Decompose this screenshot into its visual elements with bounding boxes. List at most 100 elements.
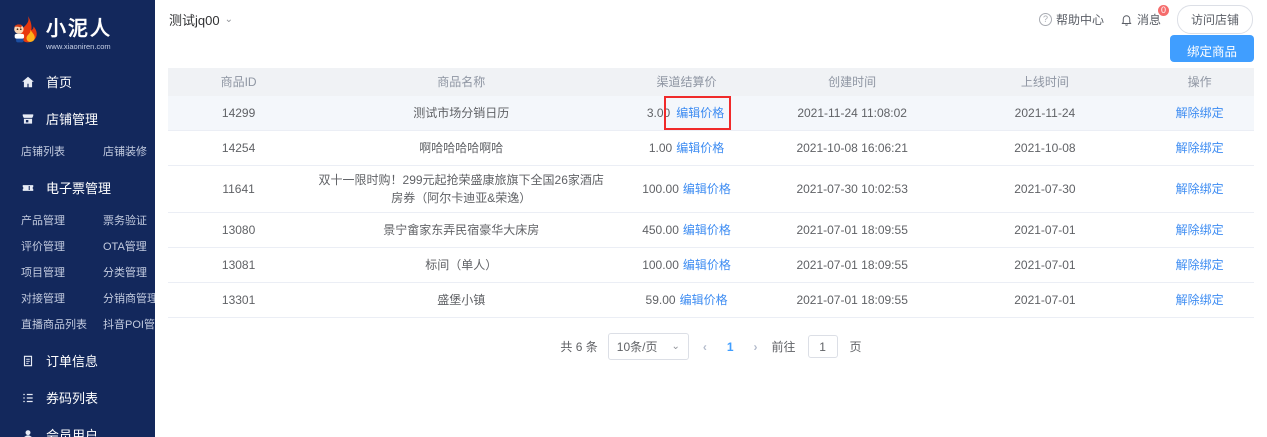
sidebar-subitem[interactable]: 店铺装修 (103, 138, 151, 164)
next-page-icon[interactable]: › (750, 340, 762, 354)
price-value: 100.00 (642, 182, 679, 196)
prev-page-icon[interactable]: ‹ (699, 340, 711, 354)
column-header: 创建时间 (828, 75, 877, 89)
unbind-link[interactable]: 解除绑定 (1176, 223, 1224, 237)
cell-product-name: 啊哈哈哈哈啊哈 (419, 141, 504, 155)
sidebar-item-label: 电子票管理 (46, 181, 112, 196)
sidebar-subitem[interactable]: 直播商品列表 (21, 311, 103, 337)
cell-price: 3.00 编辑价格 (613, 96, 760, 130)
edit-price-link[interactable]: 编辑价格 (680, 291, 728, 309)
bell-icon (1120, 13, 1133, 26)
cell-price: 59.00 编辑价格 (613, 286, 760, 314)
sidebar-subitem[interactable]: 产品管理 (21, 207, 103, 233)
edit-price-link[interactable]: 编辑价格 (676, 139, 724, 157)
cell-price: 450.00 编辑价格 (613, 216, 760, 244)
bind-product-button[interactable]: 绑定商品 (1169, 35, 1254, 62)
table-row: 13080 景宁畲家东弄民宿豪华大床房 450.00 编辑价格 2021-07-01 1… (168, 213, 1254, 248)
sidebar-submenu: 产品管理 票务验证 评价管理 OTA管理 项目管理 分类管理 对接管理 分销商管理 直播商品列表… (0, 206, 166, 342)
page-title: 测试jq00 (169, 13, 220, 28)
cell-online-time: 2021-10-08 (1014, 141, 1076, 155)
sidebar-item-label: 会员用户 (46, 428, 99, 437)
order-icon (21, 354, 35, 368)
brand-name: 小泥人 (46, 18, 112, 40)
edit-price-link[interactable]: 编辑价格 (683, 180, 731, 198)
cell-product-name: 测试市场分销日历 (413, 106, 510, 120)
cell-online-time: 2021-11-24 (1014, 106, 1076, 120)
sidebar-item-label: 券码列表 (46, 391, 99, 406)
sidebar-item-label: 首页 (46, 75, 73, 90)
sidebar-item-order-info[interactable]: 订单信息 (0, 342, 155, 379)
cell-created-time: 2021-07-01 18:09:55 (796, 223, 908, 237)
cell-product-name: 盛堡小镇 (437, 293, 486, 307)
sidebar-item-shop-management[interactable]: 店铺管理 (0, 100, 155, 137)
annotation-box: 编辑价格 (664, 96, 732, 130)
help-center-label: 帮助中心 (1055, 13, 1104, 27)
price-value: 100.00 (642, 258, 679, 272)
products-table: 商品ID 商品名称 渠道结算价 创建时间 上线时间 操作 14299 测试市场分销日历 3.0… (168, 68, 1254, 318)
unbind-link[interactable]: 解除绑定 (1176, 141, 1224, 155)
cell-product-id: 13301 (221, 293, 256, 307)
unbind-link[interactable]: 解除绑定 (1176, 182, 1224, 196)
cell-actions: 解除绑定 (1145, 216, 1254, 244)
goto-label: 前往 (771, 340, 796, 354)
price-value: 59.00 (645, 293, 676, 307)
table-row: 11641 双十一限时购！299元起抢荣盛康旅旗下全国26家酒店房券（阿尔卡迪亚&… (168, 166, 1254, 213)
table-row: 14254 啊哈哈哈哈啊哈 1.00 编辑价格 2021-10-08 16:06:21 2… (168, 131, 1254, 166)
cell-product-name: 双十一限时购！299元起抢荣盛康旅旗下全国26家酒店房券（阿尔卡迪亚&荣逸） (318, 173, 604, 205)
cell-product-id: 14299 (221, 106, 256, 120)
sidebar-subitem[interactable]: 项目管理 (21, 259, 103, 285)
page-size-select[interactable]: 10条/页 ⌄ (607, 333, 689, 360)
list-icon (21, 391, 35, 405)
mascot-logo-icon (10, 15, 40, 49)
cell-created-time: 2021-07-01 18:09:55 (796, 258, 908, 272)
account-switcher[interactable]: 测试jq00 ⌄ (169, 10, 233, 29)
column-header: 商品名称 (437, 75, 486, 89)
sidebar-item-member-users[interactable]: 会员用户 (0, 416, 155, 437)
user-icon (21, 428, 35, 437)
pagination: 共 6 条 10条/页 ⌄ ‹ 1 › 前往 页 (155, 333, 1267, 360)
price-value: 1.00 (648, 141, 673, 155)
cell-price: 1.00 编辑价格 (613, 134, 760, 162)
action-row: 绑定商品 (155, 30, 1267, 62)
sidebar-item-label: 店铺管理 (46, 112, 99, 127)
shop-icon (21, 112, 35, 126)
chevron-down-icon: ⌄ (224, 13, 233, 25)
cell-price: 100.00 编辑价格 (613, 251, 760, 279)
help-center-link[interactable]: ? 帮助中心 (1038, 11, 1104, 28)
cell-product-id: 13081 (221, 258, 256, 272)
sidebar-item-eticket-management[interactable]: 电子票管理 (0, 169, 155, 206)
main-content: 测试jq00 ⌄ ? 帮助中心 消息 0 访问店铺 绑定商品 商品ID 商品名称… (155, 0, 1267, 437)
goto-page-input[interactable] (807, 335, 838, 358)
unbind-link[interactable]: 解除绑定 (1176, 106, 1224, 120)
sidebar-item-home[interactable]: 首页 (0, 63, 155, 100)
column-header: 上线时间 (1020, 75, 1069, 89)
table-row: 13081 标间（单人） 100.00 编辑价格 2021-07-01 18:09:55… (168, 248, 1254, 283)
sidebar-subitem[interactable]: 评价管理 (21, 233, 103, 259)
cell-online-time: 2021-07-01 (1014, 258, 1076, 272)
sidebar-subitem[interactable]: 店铺列表 (21, 138, 103, 164)
unbind-link[interactable]: 解除绑定 (1176, 293, 1224, 307)
brand: 小泥人 www.xiaoniren.com (0, 0, 155, 57)
cell-created-time: 2021-07-01 18:09:55 (796, 293, 908, 307)
messages-link[interactable]: 消息 0 (1120, 4, 1170, 28)
home-icon (21, 75, 35, 89)
sidebar-subitem[interactable]: 对接管理 (21, 285, 103, 311)
message-count-badge: 0 (1156, 4, 1170, 17)
edit-price-link[interactable]: 编辑价格 (676, 106, 724, 120)
cell-product-name: 景宁畲家东弄民宿豪华大床房 (383, 223, 540, 237)
cell-actions: 解除绑定 (1145, 99, 1254, 127)
cell-created-time: 2021-07-30 10:02:53 (796, 182, 908, 196)
price-value: 450.00 (642, 223, 679, 237)
unbind-link[interactable]: 解除绑定 (1176, 258, 1224, 272)
topbar: 测试jq00 ⌄ ? 帮助中心 消息 0 访问店铺 (155, 0, 1267, 34)
sidebar-item-coupon-list[interactable]: 券码列表 (0, 379, 155, 416)
select-caret-icon: ⌄ (671, 340, 680, 352)
total-count: 共 6 条 (560, 340, 598, 354)
edit-price-link[interactable]: 编辑价格 (683, 256, 731, 274)
cell-created-time: 2021-10-08 16:06:21 (796, 141, 908, 155)
cell-product-id: 11641 (222, 182, 255, 196)
cell-actions: 解除绑定 (1145, 134, 1254, 162)
page-number-current[interactable]: 1 (721, 340, 740, 354)
column-header: 商品ID (220, 75, 257, 89)
edit-price-link[interactable]: 编辑价格 (683, 221, 731, 239)
